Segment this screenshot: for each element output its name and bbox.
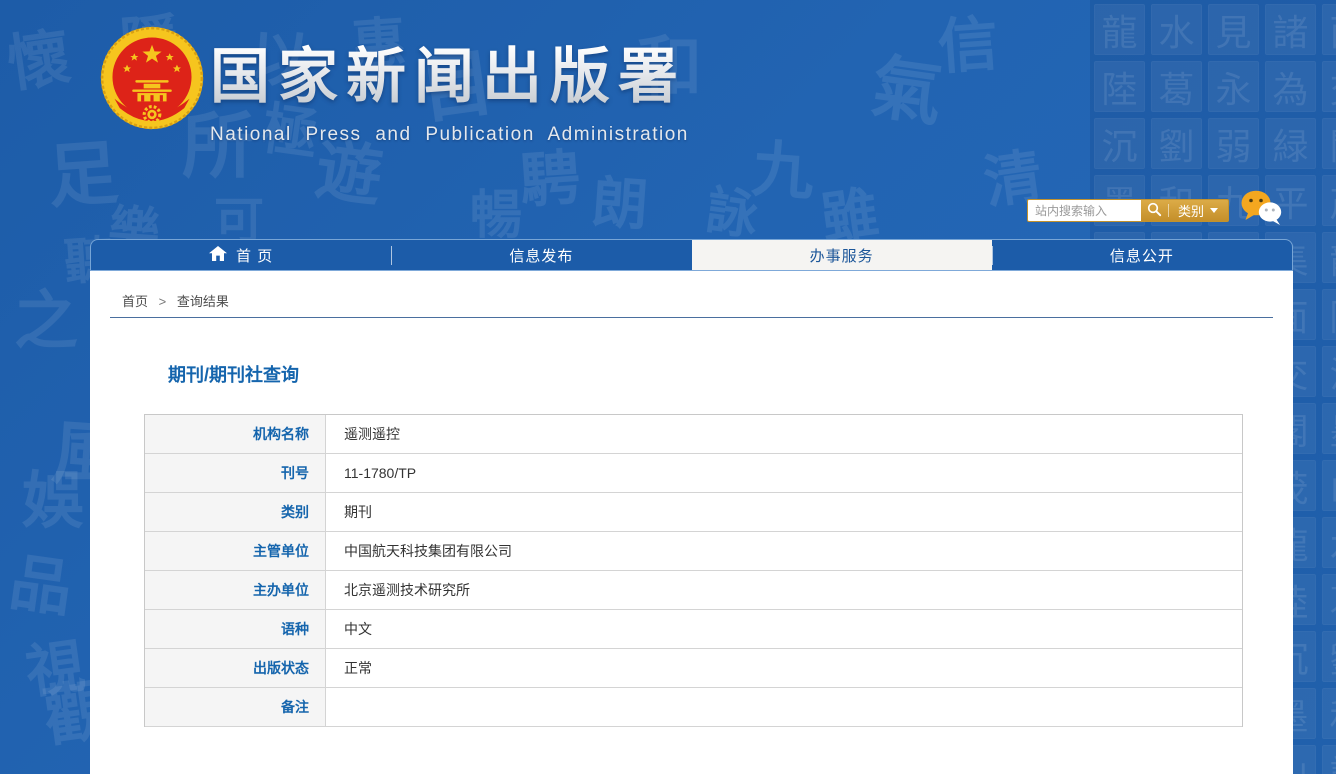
table-row: 主办单位 北京遥测技术研究所 [145, 571, 1242, 610]
row-label: 主管单位 [145, 532, 326, 570]
row-value: 正常 [344, 660, 372, 676]
nav-item-label: 信息发布 [509, 247, 574, 265]
site-logo[interactable]: 国家新闻出版署 National Press and Publication A… [210, 28, 689, 146]
row-value: 期刊 [344, 504, 372, 520]
content-panel: 首页 > 查询结果 期刊/期刊社查询 机构名称 遥测遥控 刊号 11-1780/… [90, 271, 1293, 774]
national-emblem-icon[interactable] [100, 26, 204, 130]
table-row: 备注 [145, 688, 1242, 727]
page-title: 期刊/期刊社查询 [168, 365, 300, 385]
nav-item-services[interactable]: 办事服务 [691, 240, 992, 270]
row-label: 出版状态 [145, 649, 326, 687]
nav-item-home[interactable]: 首 页 [91, 240, 391, 270]
row-label: 机构名称 [145, 415, 326, 453]
category-label: 类别 [1178, 204, 1205, 219]
nav-item-info-disclosure[interactable]: 信息公开 [991, 240, 1292, 270]
magnifier-icon [1147, 202, 1162, 220]
site-subtitle: National Press and Publication Administr… [210, 124, 689, 145]
row-value: 11-1780/TP [344, 465, 417, 481]
table-row: 刊号 11-1780/TP [145, 454, 1242, 493]
table-row: 机构名称 遥测遥控 [145, 415, 1242, 454]
search-input[interactable] [1028, 200, 1141, 221]
nav-item-label: 信息公开 [1109, 247, 1174, 265]
page-root: 懷足之風品觀隱所以遊目騁和九氣清惠暢朗詠雖信可樂極視聽娛 龍水見諸面陸葛永為交沉… [0, 0, 1336, 774]
nav-item-label: 首 页 [236, 247, 274, 265]
row-value: 北京遥测技术研究所 [344, 582, 470, 598]
site-search: 类别 [1027, 199, 1230, 222]
nav-item-info-release[interactable]: 信息发布 [391, 240, 691, 270]
row-value: 遥测遥控 [344, 426, 400, 442]
home-icon [209, 245, 228, 265]
row-label: 主办单位 [145, 571, 326, 609]
wechat-icon[interactable] [1239, 189, 1283, 232]
row-value [326, 688, 1242, 726]
category-dropdown[interactable]: 类别 [1169, 200, 1228, 221]
row-value: 中国航天科技集团有限公司 [344, 543, 512, 559]
row-label: 刊号 [145, 454, 326, 492]
breadcrumb-divider [110, 317, 1273, 318]
row-value: 中文 [344, 621, 372, 637]
row-label: 备注 [145, 688, 326, 726]
row-label: 语种 [145, 610, 326, 648]
table-row: 主管单位 中国航天科技集团有限公司 [145, 532, 1242, 571]
search-button[interactable] [1141, 200, 1168, 221]
breadcrumb-separator: > [158, 294, 167, 309]
table-row: 类别 期刊 [145, 493, 1242, 532]
table-row: 语种 中文 [145, 610, 1242, 649]
row-label: 类别 [145, 493, 326, 531]
breadcrumb-current: 查询结果 [176, 294, 229, 309]
nav-item-label: 办事服务 [809, 247, 874, 265]
table-row: 出版状态 正常 [145, 649, 1242, 688]
site-title: 国家新闻出版署 [210, 28, 689, 115]
caret-down-icon [1210, 208, 1219, 213]
breadcrumb-home-link[interactable]: 首页 [122, 294, 148, 309]
primary-nav: 首 页 信息发布 办事服务 信息公开 [90, 239, 1293, 271]
breadcrumb: 首页 > 查询结果 [122, 291, 229, 310]
journal-info-table: 机构名称 遥测遥控 刊号 11-1780/TP 类别 期刊 主管单位 中国航天科… [144, 414, 1243, 727]
